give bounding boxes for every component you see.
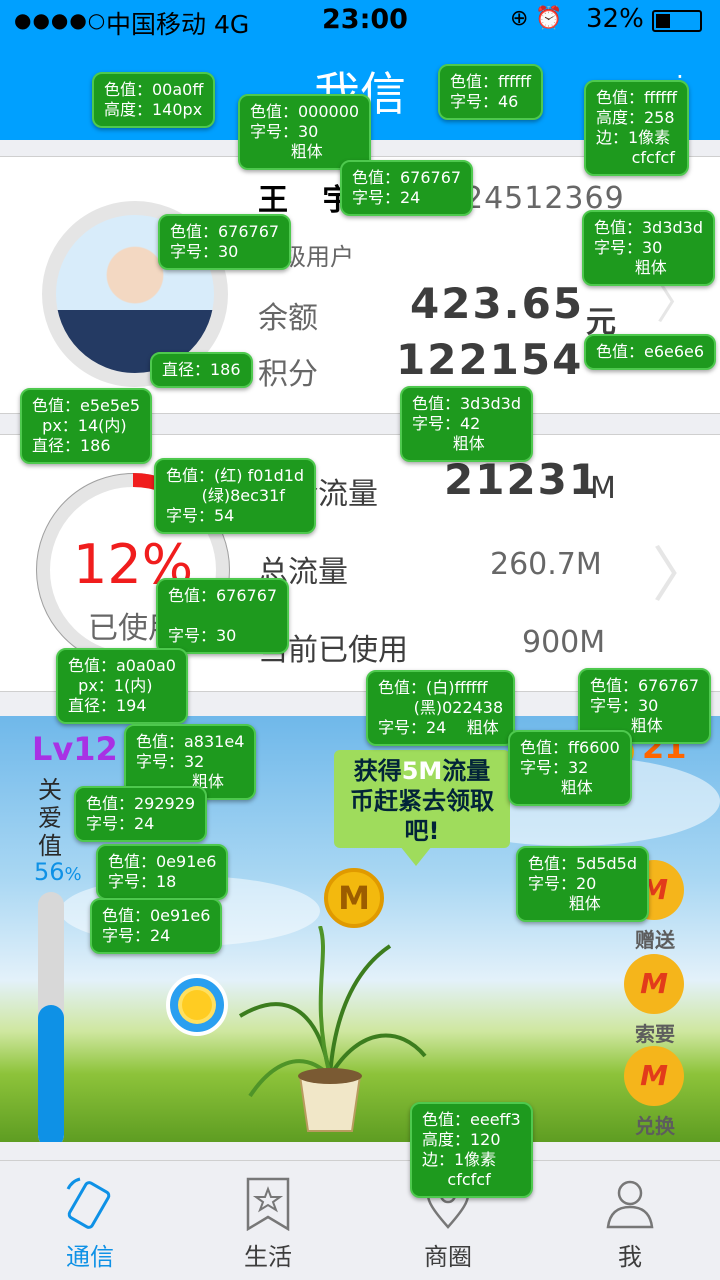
collect-coin-button[interactable]: M: [324, 868, 384, 928]
tab-label: 我: [618, 1243, 642, 1271]
bubble-tail: [400, 846, 432, 866]
request-button[interactable]: M 索要: [624, 954, 686, 1047]
care-progress-fill: [38, 1004, 64, 1142]
points-label: 积分: [258, 357, 318, 392]
garden-level: Lv12: [32, 730, 118, 768]
chevron-right-icon[interactable]: 〉: [652, 527, 712, 614]
person-icon: [606, 1180, 654, 1229]
annotation-note: 色值：eeeff3 高度：120 边：1像素 cfcfcf: [410, 1102, 533, 1198]
battery-percent: 32%: [586, 4, 644, 34]
tab-bar: 通信 生活 商圈 我: [0, 1160, 720, 1280]
annotation-note: 色值：3d3d3d 字号：42 粗体: [400, 386, 534, 462]
balance-value: 423.65: [410, 279, 585, 328]
tab-label: 通信: [66, 1243, 114, 1271]
annotation-note: 色值：(白)ffffff (黑)022438 字号：24 粗体: [366, 670, 516, 746]
annotation-note: 色值：000000 字号：30 粗体: [238, 94, 372, 170]
annotation-note: 色值：676767 字号：30: [158, 214, 292, 270]
tab-me[interactable]: 我: [540, 1161, 720, 1272]
alarm-icon: ⊕ ⏰: [510, 6, 563, 31]
tab-label: 商圈: [424, 1243, 472, 1271]
annotation-note: 色值：676767 字号：24: [340, 160, 474, 216]
care-progress-bar: [38, 892, 64, 1142]
annotation-note: 色值：ff6600 字号：32 粗体: [508, 730, 632, 806]
status-bar: ●●●●○ 中国移动 4G 23:00 ⊕ ⏰ 32%: [0, 0, 720, 40]
tab-label: 生活: [244, 1243, 292, 1271]
give-label: 赠送: [635, 928, 675, 952]
annotation-note: 色值：00a0ff 高度：140px: [92, 72, 216, 128]
exchange-icon: M: [624, 1046, 684, 1106]
annotation-note: 色值：3d3d3d 字号：30 粗体: [582, 210, 716, 286]
exchange-button[interactable]: M 兑换: [624, 1046, 686, 1139]
carrier-label: 中国移动 4G: [106, 10, 250, 39]
request-icon: M: [624, 954, 684, 1014]
current-used-value: 900M: [522, 625, 606, 660]
annotation-note: 色值：e5e5e5 px：14(内) 直径：186: [20, 388, 153, 464]
remaining-value: 21231: [444, 455, 601, 504]
annotation-note: 色值：a0a0a0 px：1(内) 直径：194: [56, 648, 188, 724]
battery-icon: [652, 10, 702, 32]
request-label: 索要: [635, 1022, 675, 1046]
plant-icon[interactable]: [230, 926, 430, 1142]
care-label: 关爱值: [38, 776, 62, 860]
annotation-note: 色值：e6e6e6: [584, 334, 717, 370]
star-icon: [246, 1177, 290, 1231]
annotation-note: 色值：5d5d5d 字号：20 粗体: [516, 846, 650, 922]
annotation-note: 色值：ffffff 高度：258 边：1像素 cfcfcf: [584, 80, 690, 176]
signal-icon: ●●●●○: [14, 8, 107, 32]
tab-communication[interactable]: 通信: [0, 1161, 180, 1272]
annotation-note: 色值：292929 字号：24: [74, 786, 208, 842]
care-percent: 56%: [34, 858, 82, 886]
annotation-note: 色值：676767 字号：30: [156, 578, 290, 654]
tab-life[interactable]: 生活: [178, 1161, 358, 1272]
annotation-note: 色值：(红) f01d1d (绿)8ec31f 字号：54: [154, 458, 317, 534]
annotation-note: 色值：0e91e6 字号：24: [90, 898, 223, 954]
annotation-note: 色值：ffffff 字号：46: [438, 64, 544, 120]
annotation-note: 直径：186: [150, 352, 253, 388]
total-value: 260.7M: [490, 547, 602, 582]
sun-icon[interactable]: [166, 974, 228, 1036]
annotation-note: 色值：0e91e6 字号：18: [96, 844, 229, 900]
exchange-label: 兑换: [635, 1114, 675, 1138]
balance-label: 余额: [258, 301, 318, 336]
points-value: 122154: [396, 335, 584, 384]
remaining-unit: M: [590, 471, 616, 506]
clock: 23:00: [322, 4, 408, 35]
reward-bubble[interactable]: 获得5M流量币赶紧去领取吧!: [334, 750, 510, 848]
phone-icon: [66, 1177, 111, 1229]
